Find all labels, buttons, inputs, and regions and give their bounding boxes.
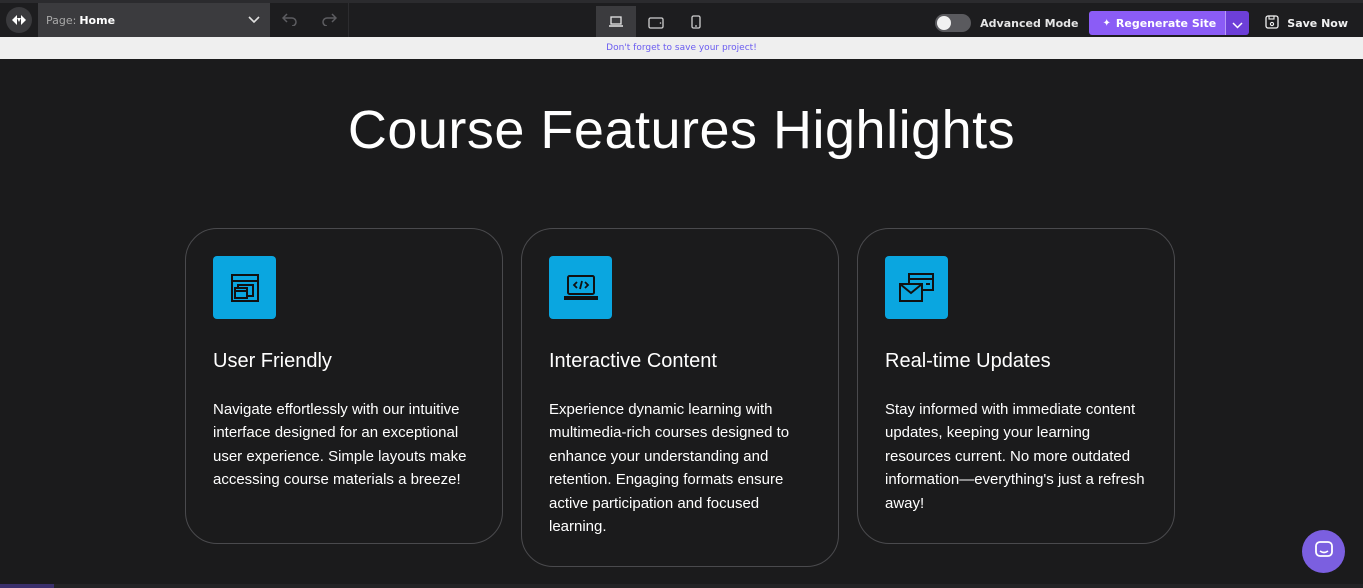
- redo-button[interactable]: [309, 3, 348, 37]
- laptop-code-icon: [549, 256, 612, 319]
- save-reminder-banner: Don't forget to save your project!: [0, 37, 1363, 59]
- feature-card-title: Real-time Updates: [885, 350, 1051, 372]
- page-selector-label: Page:: [46, 13, 77, 27]
- section-title: Course Features Highlights: [347, 100, 1016, 160]
- feature-card-real-time-updates: Real-time Updates Stay informed with imm…: [857, 228, 1175, 544]
- brand-logo[interactable]: [0, 3, 38, 37]
- chevron-down-icon: [248, 14, 260, 27]
- device-preview-switcher: [596, 6, 716, 40]
- page-preview: Course Features Highlights User Friendly…: [0, 59, 1363, 588]
- feature-card-body: Stay informed with immediate content upd…: [885, 401, 1145, 512]
- undo-button[interactable]: [270, 3, 309, 37]
- feature-card-body: Experience dynamic learning with multime…: [549, 401, 790, 536]
- page-selector[interactable]: Page: Home: [38, 3, 270, 37]
- tablet-icon: [648, 14, 664, 33]
- chevron-down-icon: [1232, 14, 1243, 33]
- save-now-button[interactable]: Save Now: [1265, 14, 1348, 32]
- mail-messages-icon: [885, 256, 948, 319]
- redo-icon: [321, 11, 337, 30]
- toggle-knob: [937, 16, 952, 30]
- sparkle-icon: ✦: [1102, 17, 1111, 29]
- history-controls: [270, 3, 349, 37]
- feature-card-user-friendly: User Friendly Navigate effortlessly with…: [185, 228, 503, 544]
- top-toolbar: Page: Home Advanced Mode ✦ Regenerate Si…: [0, 0, 1363, 40]
- brand-logo-icon: [6, 7, 32, 33]
- device-mobile-button[interactable]: [676, 6, 716, 40]
- feature-card-interactive-content: Interactive Content Experience dynamic l…: [521, 228, 839, 567]
- windows-stack-icon: [213, 256, 276, 319]
- save-icon: [1265, 14, 1287, 32]
- page-selector-value: Home: [79, 13, 116, 27]
- advanced-mode-label: Advanced Mode: [980, 16, 1079, 30]
- regenerate-site-button[interactable]: ✦ Regenerate Site: [1088, 11, 1226, 35]
- scroll-indicator[interactable]: [0, 584, 54, 588]
- advanced-mode-toggle[interactable]: [935, 14, 972, 32]
- feature-card-title: Interactive Content: [549, 350, 717, 372]
- chat-icon: [1314, 540, 1334, 564]
- bottom-scroll-track: [0, 584, 1363, 588]
- device-desktop-button[interactable]: [596, 6, 636, 40]
- save-now-label: Save Now: [1287, 16, 1348, 30]
- laptop-icon: [608, 13, 624, 32]
- feature-card-title: User Friendly: [213, 350, 332, 372]
- feature-card-body: Navigate effortlessly with our intuitive…: [213, 401, 467, 489]
- toolbar-right: Advanced Mode ✦ Regenerate Site Save Now: [935, 6, 1363, 40]
- phone-icon: [691, 14, 701, 33]
- chat-widget-button[interactable]: [1302, 530, 1345, 573]
- regenerate-site-label: Regenerate Site: [1115, 16, 1217, 30]
- save-reminder-text: Don't forget to save your project!: [606, 43, 757, 53]
- regenerate-options-button[interactable]: [1225, 11, 1250, 35]
- device-tablet-button[interactable]: [636, 6, 676, 40]
- undo-icon: [281, 11, 298, 30]
